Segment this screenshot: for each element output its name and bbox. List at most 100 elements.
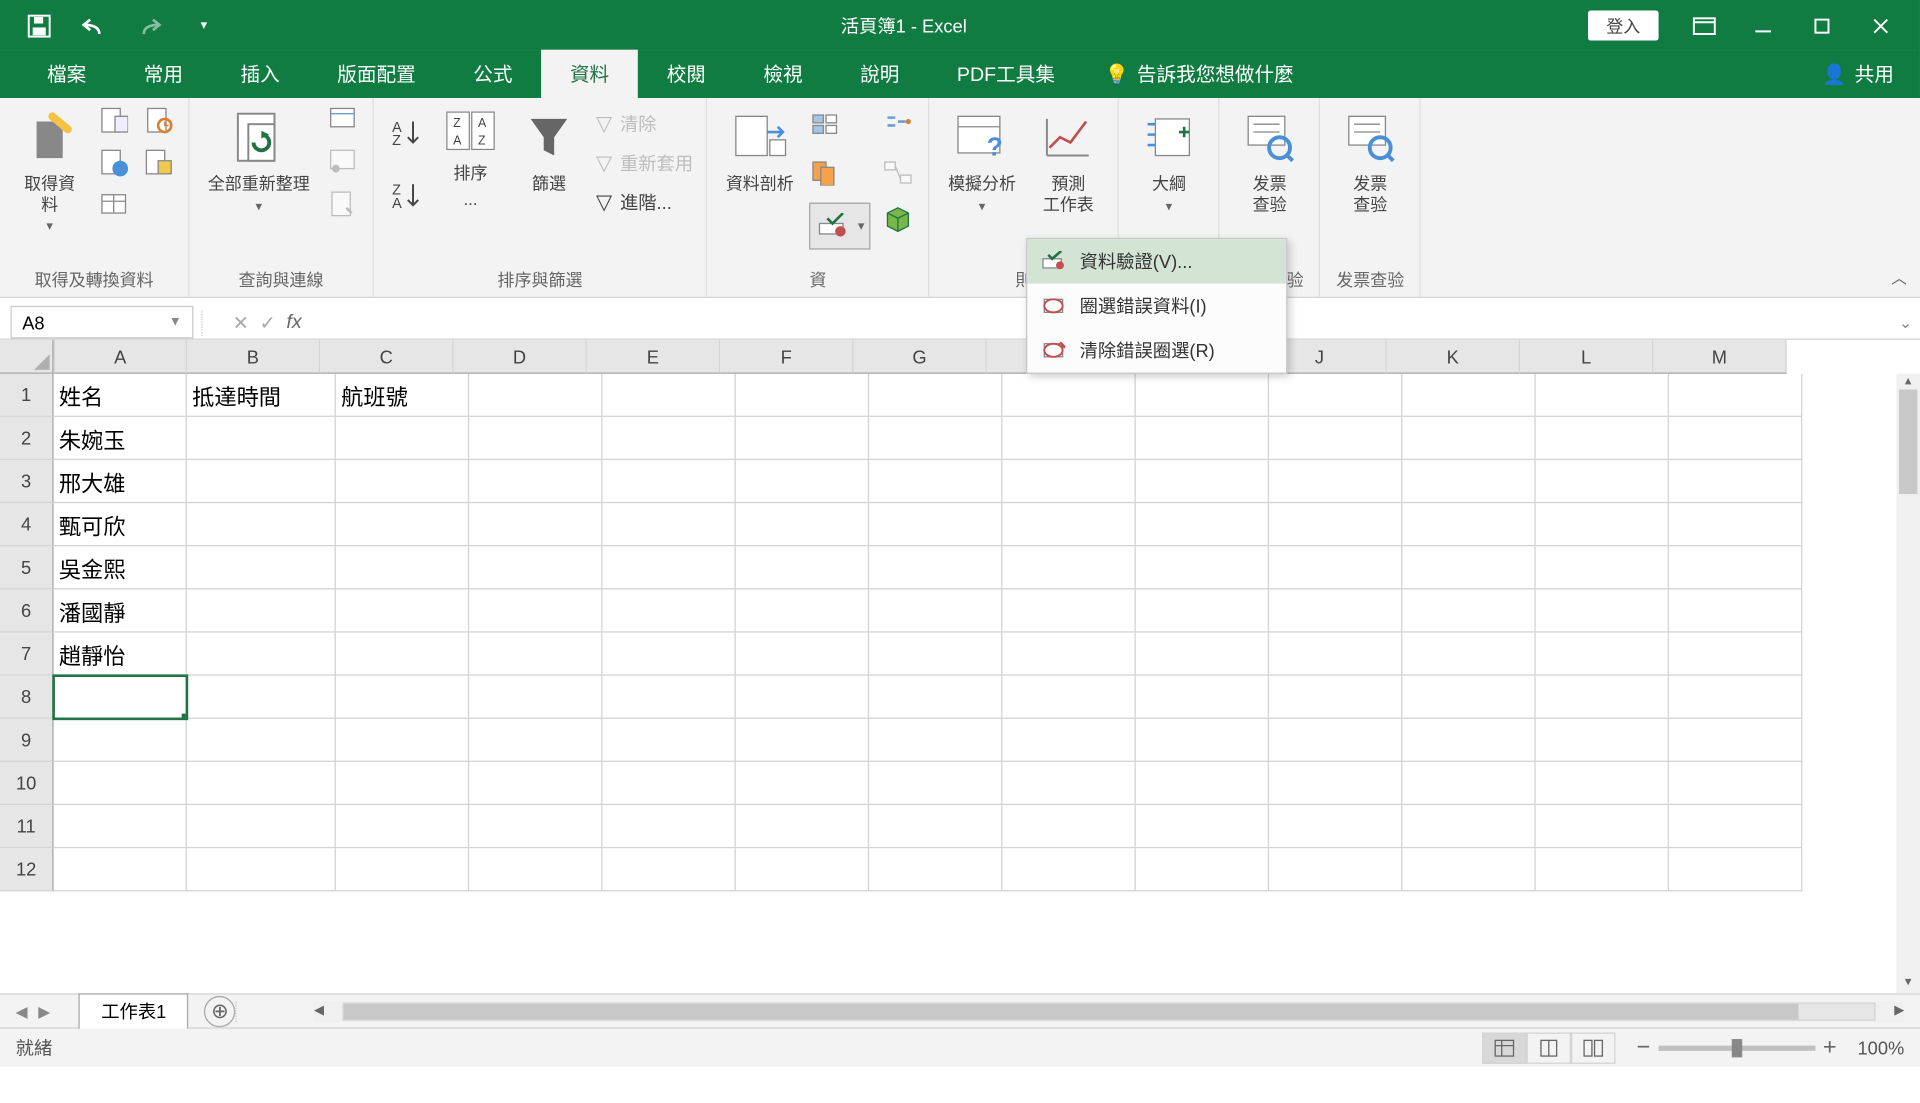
cell[interactable]	[1402, 546, 1535, 589]
cell[interactable]	[736, 633, 869, 676]
page-layout-view-button[interactable]	[1527, 1032, 1571, 1063]
cell[interactable]	[1536, 676, 1669, 719]
cell[interactable]	[336, 676, 469, 719]
cell[interactable]	[736, 805, 869, 848]
cell[interactable]	[1402, 503, 1535, 546]
cell[interactable]	[54, 676, 187, 719]
zoom-level[interactable]: 100%	[1857, 1037, 1904, 1058]
cell[interactable]	[603, 374, 736, 417]
cell[interactable]	[869, 762, 1002, 805]
cell[interactable]	[1136, 848, 1269, 891]
dropdown-item-clear-circles[interactable]: 清除錯誤圈選(R)	[1027, 328, 1286, 372]
cell[interactable]	[187, 633, 336, 676]
login-button[interactable]: 登入	[1588, 10, 1659, 40]
save-icon[interactable]	[24, 10, 55, 41]
cell[interactable]	[1536, 589, 1669, 632]
cell[interactable]	[1669, 676, 1802, 719]
row-header[interactable]: 8	[0, 676, 54, 719]
cell[interactable]	[1402, 633, 1535, 676]
cell[interactable]	[1536, 633, 1669, 676]
scroll-down-icon[interactable]: ▾	[1896, 975, 1920, 993]
cell[interactable]	[603, 848, 736, 891]
row-header[interactable]: 6	[0, 589, 54, 632]
cell[interactable]	[1136, 719, 1269, 762]
cell[interactable]	[736, 848, 869, 891]
cell[interactable]	[1136, 417, 1269, 460]
qat-customize-icon[interactable]: ▾	[188, 10, 219, 41]
cell[interactable]	[54, 762, 187, 805]
filter-button[interactable]: 篩選	[512, 103, 585, 197]
column-header[interactable]: K	[1387, 340, 1520, 374]
cell[interactable]	[1269, 460, 1402, 503]
cell[interactable]	[1002, 417, 1135, 460]
scroll-left-icon[interactable]: ◀	[314, 1004, 324, 1018]
cell[interactable]	[336, 546, 469, 589]
column-header[interactable]: A	[54, 340, 187, 374]
row-header[interactable]: 4	[0, 503, 54, 546]
cell[interactable]	[1136, 503, 1269, 546]
cell[interactable]	[469, 719, 602, 762]
cell[interactable]	[736, 589, 869, 632]
edit-links-icon[interactable]	[325, 187, 359, 221]
tab-插入[interactable]: 插入	[212, 50, 309, 98]
column-header[interactable]: E	[587, 340, 720, 374]
cell[interactable]: 潘國靜	[54, 589, 187, 632]
cell[interactable]	[187, 762, 336, 805]
cell[interactable]	[736, 374, 869, 417]
column-header[interactable]: L	[1520, 340, 1653, 374]
scroll-right-icon[interactable]: ▶	[1894, 1004, 1904, 1018]
cell[interactable]	[1402, 460, 1535, 503]
cell[interactable]	[336, 417, 469, 460]
cell[interactable]	[1402, 589, 1535, 632]
cell[interactable]	[603, 460, 736, 503]
column-header[interactable]: D	[454, 340, 587, 374]
undo-icon[interactable]	[78, 10, 109, 41]
tab-檔案[interactable]: 檔案	[18, 50, 115, 98]
cell[interactable]: 趙靜怡	[54, 633, 187, 676]
row-header[interactable]: 12	[0, 848, 54, 891]
cell[interactable]	[1669, 503, 1802, 546]
cell[interactable]	[54, 805, 187, 848]
cell[interactable]	[603, 633, 736, 676]
from-text-icon[interactable]	[97, 103, 131, 137]
clear-filter-button[interactable]: ▽清除	[596, 108, 693, 139]
forecast-button[interactable]: 預測 工作表	[1032, 103, 1105, 217]
cell[interactable]	[1269, 417, 1402, 460]
cell[interactable]	[1269, 719, 1402, 762]
scrollbar-thumb[interactable]	[1899, 389, 1917, 494]
tab-PDF工具集[interactable]: PDF工具集	[928, 50, 1084, 98]
cell[interactable]	[187, 417, 336, 460]
consolidate-icon[interactable]	[881, 108, 915, 142]
row-header[interactable]: 7	[0, 633, 54, 676]
cell[interactable]	[736, 676, 869, 719]
cell[interactable]	[1136, 633, 1269, 676]
share-button[interactable]: 👤共用	[1796, 50, 1920, 98]
get-data-button[interactable]: 取得資 料 ▾	[13, 103, 86, 237]
cell[interactable]	[1536, 719, 1669, 762]
vertical-scrollbar[interactable]: ▴ ▾	[1896, 374, 1920, 994]
cell[interactable]	[1536, 762, 1669, 805]
cell[interactable]	[1536, 805, 1669, 848]
cell[interactable]	[469, 460, 602, 503]
cell[interactable]	[603, 503, 736, 546]
cell[interactable]	[1536, 503, 1669, 546]
cell[interactable]	[1136, 589, 1269, 632]
cell[interactable]	[336, 719, 469, 762]
cell[interactable]: 姓名	[54, 374, 187, 417]
cell[interactable]: 甄可欣	[54, 503, 187, 546]
cell[interactable]	[1002, 848, 1135, 891]
cell[interactable]	[1669, 460, 1802, 503]
cell[interactable]	[1269, 589, 1402, 632]
cell[interactable]: 邢大雄	[54, 460, 187, 503]
spreadsheet-grid[interactable]: ABCDEFGHIJKLM 1姓名抵達時間航班號2朱婉玉3邢大雄4甄可欣5吳金熙…	[0, 340, 1920, 994]
cell[interactable]	[336, 805, 469, 848]
sheet-tab[interactable]: 工作表1	[79, 993, 189, 1028]
maximize-icon[interactable]	[1792, 6, 1851, 45]
select-all-button[interactable]	[0, 340, 54, 374]
cell[interactable]	[1669, 417, 1802, 460]
normal-view-button[interactable]	[1482, 1032, 1526, 1063]
cell[interactable]	[603, 417, 736, 460]
cell[interactable]	[187, 719, 336, 762]
cell[interactable]	[1002, 503, 1135, 546]
page-break-view-button[interactable]	[1571, 1032, 1615, 1063]
